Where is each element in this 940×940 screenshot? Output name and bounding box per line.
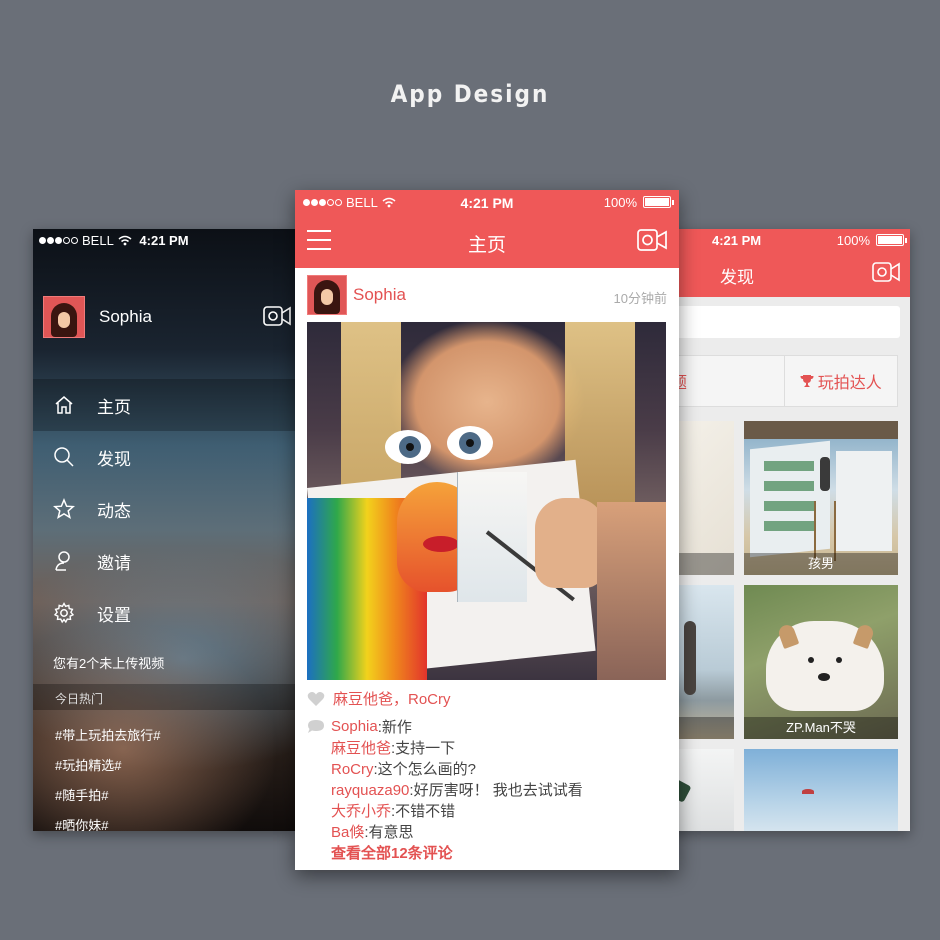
comment-user[interactable]: Ba倏 xyxy=(331,824,364,841)
comment-bubble-icon xyxy=(308,719,324,733)
grid-item[interactable]: 孩男 xyxy=(744,421,898,575)
menu-item-label: 主页 xyxy=(97,397,131,417)
grid-item[interactable]: ZP.Man不哭 xyxy=(744,585,898,739)
user-icon xyxy=(55,551,70,571)
grid-item[interactable] xyxy=(744,749,898,831)
heart-icon[interactable] xyxy=(307,691,325,707)
menu-item-label: 动态 xyxy=(97,501,131,521)
hot-tag[interactable]: #玩拍精选# xyxy=(55,755,160,785)
grid-caption: ZP.Man不哭 xyxy=(744,717,898,739)
avatar[interactable] xyxy=(307,275,347,315)
hot-tag[interactable]: #晒你妹# xyxy=(55,815,160,831)
star-icon xyxy=(53,498,75,519)
post-author[interactable]: Sophia xyxy=(353,285,406,305)
page-title: App Design xyxy=(390,80,550,108)
comment-user[interactable]: RoCry xyxy=(331,761,374,778)
menu-item-label: 邀请 xyxy=(97,553,131,573)
hot-tags: #带上玩拍去旅行# #玩拍精选# #随手拍# #晒你妹# xyxy=(55,725,160,831)
comment-text: :不错不错 xyxy=(391,803,456,820)
discover-screen: 4:21 PM 100% 发现 题 玩拍达人 in 孩男 xyxy=(640,229,910,831)
hot-tag[interactable]: #带上玩拍去旅行# xyxy=(55,725,160,755)
comment-item: Ba倏:有意思 xyxy=(307,821,583,842)
video-camera-icon[interactable] xyxy=(263,305,291,327)
menu-item-label: 设置 xyxy=(97,605,131,625)
tab-top-users[interactable]: 玩拍达人 xyxy=(785,356,898,406)
comment-item: Sophia:新作 xyxy=(307,716,583,737)
comment-user[interactable]: rayquaza90 xyxy=(331,782,409,799)
home-feed-screen: BELL 4:21 PM 100% 主页 Sophia 10分钟前 麻豆他爸，R… xyxy=(295,190,679,870)
comment-user[interactable]: 大乔小乔 xyxy=(331,803,391,820)
battery-icon xyxy=(643,196,674,208)
screen-title: 主页 xyxy=(467,235,506,256)
side-menu: 主页 发现 动态 邀请 设置 xyxy=(33,379,295,639)
profile-row[interactable]: Sophia xyxy=(43,296,152,338)
status-bar: BELL 4:21 PM xyxy=(33,229,295,251)
comments-list: Sophia:新作 麻豆他爸:支持一下 RoCry:这个怎么画的? rayqua… xyxy=(307,716,583,864)
home-header: BELL 4:21 PM 100% 主页 xyxy=(295,190,679,268)
comment-user[interactable]: 麻豆他爸 xyxy=(331,740,391,757)
hot-section-header: 今日热门 xyxy=(33,684,295,710)
menu-item-activity[interactable]: 动态 xyxy=(33,483,295,535)
hot-tag[interactable]: #随手拍# xyxy=(55,785,160,815)
menu-item-label: 发现 xyxy=(97,449,131,469)
comment-user[interactable]: Sophia xyxy=(331,718,378,735)
video-camera-icon[interactable] xyxy=(637,228,667,252)
battery-percent: 100% xyxy=(603,195,637,210)
tab-label: 玩拍达人 xyxy=(817,375,882,392)
screen-title: 发现 xyxy=(720,268,754,287)
likes-text[interactable]: 麻豆他爸，RoCry xyxy=(333,688,451,709)
trophy-icon xyxy=(800,375,814,387)
comment-text: :有意思 xyxy=(364,824,414,841)
menu-item-settings[interactable]: 设置 xyxy=(33,587,295,639)
post-header: Sophia xyxy=(307,275,406,315)
battery-icon xyxy=(876,234,907,246)
menu-item-discover[interactable]: 发现 xyxy=(33,431,295,483)
comment-text: :好厉害呀！ 我也去试试看 xyxy=(409,782,583,799)
status-time: 4:21 PM xyxy=(139,233,189,248)
post-time: 10分钟前 xyxy=(613,291,667,306)
likes-row: 麻豆他爸，RoCry xyxy=(307,688,451,709)
comment-item: 大乔小乔:不错不错 xyxy=(307,800,583,821)
comment-item: 麻豆他爸:支持一下 xyxy=(307,737,583,758)
comment-item: RoCry:这个怎么画的? xyxy=(307,758,583,779)
avatar[interactable] xyxy=(43,296,85,338)
search-icon xyxy=(54,447,74,467)
comment-text: :支持一下 xyxy=(391,740,456,757)
side-menu-screen: BELL 4:21 PM Sophia 主页 发现 动态 邀请 设置 您有2个未… xyxy=(33,229,295,831)
video-camera-icon[interactable] xyxy=(872,261,900,283)
gear-icon xyxy=(53,602,75,624)
upload-notice[interactable]: 您有2个未上传视频 xyxy=(53,653,164,672)
status-time: 4:21 PM xyxy=(712,233,762,248)
battery-percent: 100% xyxy=(836,233,870,248)
menu-item-home[interactable]: 主页 xyxy=(33,379,295,431)
comment-text: :新作 xyxy=(377,719,412,736)
home-icon xyxy=(55,396,73,414)
grid-caption: 孩男 xyxy=(744,553,898,575)
search-input[interactable] xyxy=(650,306,900,338)
comment-item: rayquaza90:好厉害呀！ 我也去试试看 xyxy=(307,779,583,800)
discover-header: 4:21 PM 100% 发现 xyxy=(640,229,910,297)
menu-item-invite[interactable]: 邀请 xyxy=(33,535,295,587)
username: Sophia xyxy=(99,307,152,326)
post-photo[interactable] xyxy=(307,322,666,680)
see-all-comments-link[interactable]: 查看全部12条评论 xyxy=(307,842,583,864)
comment-text: :这个怎么画的? xyxy=(373,761,477,778)
